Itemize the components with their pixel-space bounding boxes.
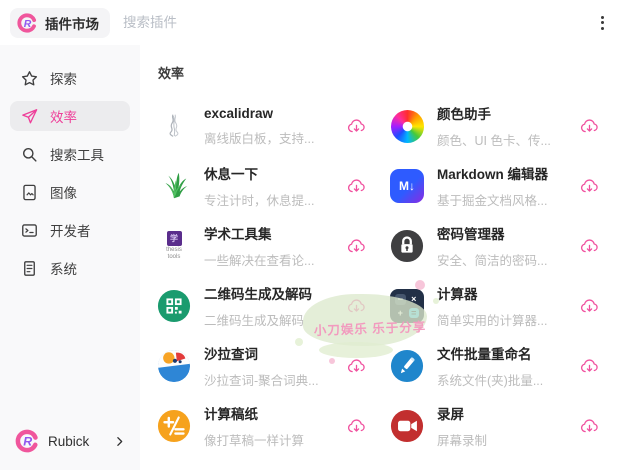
qrcode-icon [156,288,192,324]
sidebar-nav: 探索 效率 搜索工具 图像 开发者 系统 [10,63,130,428]
cloud-download-icon[interactable] [345,115,367,137]
plugin-description: 简单实用的计算器... [437,310,566,329]
kebab-menu-icon[interactable] [595,9,610,36]
svg-text:R: R [23,435,32,449]
cloud-download-icon[interactable] [578,235,600,257]
plugin-row-8[interactable]: 沙拉查词 沙拉查词-聚合词典... [156,336,375,396]
plugin-row-11[interactable]: 录屏 屏幕录制 [389,396,608,456]
grass-icon [156,168,192,204]
plugin-description: 离线版白板，支持... [204,128,333,147]
image-file-icon [20,183,39,202]
app-name: Rubick [48,434,89,449]
video-camera-icon [389,408,425,444]
plugin-name: excalidraw [204,106,333,121]
salad-bowl-icon [156,348,192,384]
topbar: R 插件市场 [0,0,626,45]
calculator-icon: −×+= [389,288,425,324]
sidebar-item-5[interactable]: 系统 [10,253,130,283]
plugin-description: 基于掘金文档风格... [437,190,566,209]
rubick-logo-icon: R [14,428,40,454]
sidebar-item-4[interactable]: 开发者 [10,215,130,245]
plugin-name: 二维码生成及解码 [204,283,333,303]
plugin-name: 沙拉查词 [204,343,333,363]
app-window: R 插件市场 探索 效率 搜索工具 图像 开发者 系统 R Rubick [0,0,626,470]
plugin-description: 像打草稿一样计算 [204,430,333,449]
main-content: 效率 excalidraw 离线版白板，支持... 颜色助手 颜色、UI 色卡、… [140,45,626,470]
sidebar: 探索 效率 搜索工具 图像 开发者 系统 R Rubick [0,45,140,470]
sidebar-item-2[interactable]: 搜索工具 [10,139,130,169]
excalidraw-doodle-icon [156,108,192,144]
terminal-icon [20,221,39,240]
plugin-row-1[interactable]: 颜色助手 颜色、UI 色卡、传... [389,96,608,156]
search-icon [20,145,39,164]
plugin-name: 录屏 [437,403,566,423]
section-title: 效率 [158,63,608,82]
plugin-name: 计算稿纸 [204,403,333,423]
plugin-row-4[interactable]: 学thesistools 学术工具集 一些解决在查看论... [156,216,375,276]
plugin-description: 安全、简洁的密码... [437,250,566,269]
plugin-row-6[interactable]: 二维码生成及解码 二维码生成及解码 [156,276,375,336]
cloud-download-icon[interactable] [578,415,600,437]
plugin-name: 学术工具集 [204,223,333,243]
plugin-row-9[interactable]: 文件批量重命名 系统文件(夹)批量... [389,336,608,396]
svg-text:R: R [24,18,32,29]
thesis-tools-icon: 学thesistools [156,228,192,264]
chevron-right-icon[interactable] [113,435,126,448]
plugin-row-0[interactable]: excalidraw 离线版白板，支持... [156,96,375,156]
plugin-name: 颜色助手 [437,103,566,123]
rubick-logo-icon: R [16,12,38,34]
cloud-download-icon[interactable] [578,175,600,197]
plugin-description: 系统文件(夹)批量... [437,370,566,389]
plugin-description: 屏幕录制 [437,430,566,449]
list-icon [20,259,39,278]
plugin-row-5[interactable]: 密码管理器 安全、简洁的密码... [389,216,608,276]
plugin-description: 二维码生成及解码 [204,310,333,329]
color-wheel-icon [389,108,425,144]
paper-plane-icon [20,107,39,126]
app-title: 插件市场 [45,13,99,33]
plugin-name: 密码管理器 [437,223,566,243]
plugin-row-2[interactable]: 休息一下 专注计时，休息提... [156,156,375,216]
plugin-name: 计算器 [437,283,566,303]
plugin-grid: excalidraw 离线版白板，支持... 颜色助手 颜色、UI 色卡、传..… [156,96,608,470]
plugin-row-3[interactable]: M↓ Markdown 编辑器 基于掘金文档风格... [389,156,608,216]
plugin-row-12[interactable]: 共享 局域网文件共享 [156,456,375,470]
plugin-row-7[interactable]: −×+= 计算器 简单实用的计算器... [389,276,608,336]
sidebar-item-3[interactable]: 图像 [10,177,130,207]
cloud-download-icon[interactable] [578,115,600,137]
markdown-icon: M↓ [389,168,425,204]
sidebar-item-1[interactable]: 效率 [10,101,130,131]
calc-paper-icon [156,408,192,444]
sidebar-item-0[interactable]: 探索 [10,63,130,93]
sidebar-footer: R Rubick [10,428,130,454]
plugin-name: 休息一下 [204,163,333,183]
pencil-icon [389,348,425,384]
search-input[interactable] [123,15,595,30]
plugin-description: 专注计时，休息提... [204,190,333,209]
plugin-description: 颜色、UI 色卡、传... [437,130,566,149]
star-icon [20,69,39,88]
cloud-download-icon[interactable] [345,295,367,317]
app-title-pill: R 插件市场 [10,8,110,38]
plugin-description: 一些解决在查看论... [204,250,333,269]
cloud-download-icon[interactable] [345,175,367,197]
cloud-download-icon[interactable] [345,415,367,437]
plugin-row-10[interactable]: 计算稿纸 像打草稿一样计算 [156,396,375,456]
password-lock-icon [389,228,425,264]
plugin-name: Markdown 编辑器 [437,163,566,183]
cloud-download-icon[interactable] [578,295,600,317]
body-row: 探索 效率 搜索工具 图像 开发者 系统 R Rubick 效率 [0,45,626,470]
cloud-download-icon[interactable] [345,355,367,377]
cloud-download-icon[interactable] [345,235,367,257]
plugin-description: 沙拉查词-聚合词典... [204,370,333,389]
cloud-download-icon[interactable] [578,355,600,377]
plugin-name: 文件批量重命名 [437,343,566,363]
